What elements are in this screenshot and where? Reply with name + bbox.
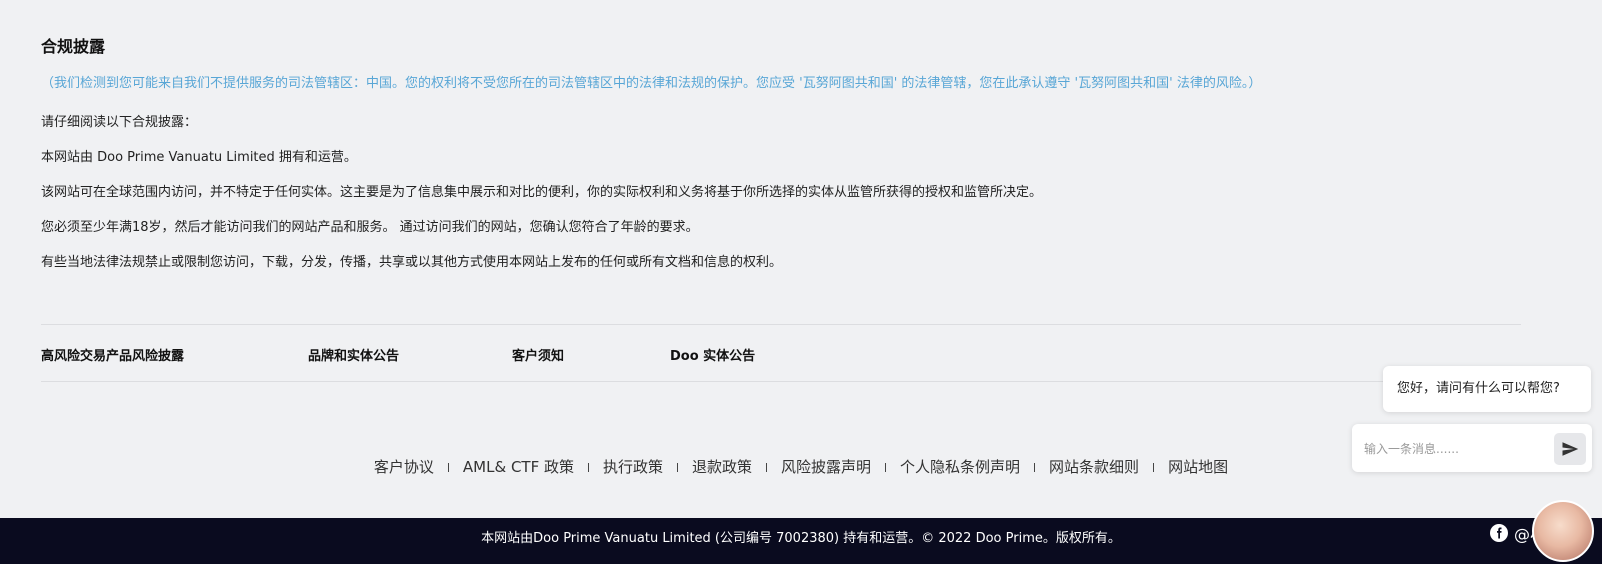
disclosure-paragraph: 该网站可在全球范围内访问，并不特定于任何实体。这主要是为了信息集中展示和对比的便…: [41, 185, 1043, 200]
footer-link-risk-disclosure[interactable]: 风险披露声明: [781, 458, 871, 476]
separator: [885, 463, 887, 472]
jurisdiction-notice: （我们检测到您可能来自我们不提供服务的司法管辖区：中国。您的权利将不受您所在的司…: [41, 76, 1262, 91]
chat-message-input[interactable]: [1362, 436, 1546, 462]
footer-link-privacy-policy[interactable]: 个人隐私条例声明: [900, 458, 1020, 476]
separator: [1034, 463, 1036, 472]
disclosure-paragraph: 您必须至少年满18岁，然后才能访问我们的网站产品和服务。 通过访问我们的网站，您…: [41, 220, 699, 235]
tab-brand-announcement[interactable]: 品牌和实体公告: [308, 345, 399, 364]
chat-input-box: [1352, 424, 1592, 472]
tab-doo-entity-announcement[interactable]: Doo 实体公告: [670, 345, 755, 364]
disclosure-paragraph: 本网站由 Doo Prime Vanuatu Limited 拥有和运营。: [41, 150, 357, 165]
footer-link-sitemap[interactable]: 网站地图: [1168, 458, 1228, 476]
send-button[interactable]: [1554, 433, 1586, 465]
tab-risk-disclosure[interactable]: 高风险交易产品风险披露: [41, 345, 184, 364]
facebook-icon[interactable]: [1490, 524, 1508, 542]
copyright-text: 本网站由Doo Prime Vanuatu Limited (公司编号 7002…: [481, 531, 1121, 546]
chat-avatar[interactable]: [1532, 500, 1594, 562]
separator: [587, 463, 589, 472]
facebook-glyph-icon: [1497, 527, 1502, 539]
divider: [41, 381, 1521, 382]
disclosure-paragraph: 请仔细阅读以下合规披露：: [41, 115, 198, 130]
footer-link-refund-policy[interactable]: 退款政策: [692, 458, 752, 476]
send-icon: [1562, 442, 1579, 456]
separator: [766, 463, 768, 472]
separator: [447, 463, 449, 472]
separator: [677, 463, 678, 472]
divider: [41, 324, 1521, 325]
footer-link-website-terms[interactable]: 网站条款细则: [1049, 458, 1139, 476]
chat-greeting-bubble: 您好，请问有什么可以帮您?: [1383, 366, 1591, 412]
separator: [1153, 463, 1155, 472]
footer-link-client-agreement[interactable]: 客户协议: [374, 458, 434, 476]
disclosure-title: 合规披露: [41, 37, 106, 56]
footer-link-aml-ctf-policy[interactable]: AML& CTF 政策: [463, 458, 574, 476]
tab-client-notice[interactable]: 客户须知: [512, 345, 564, 364]
disclosure-paragraph: 有些当地法律法规禁止或限制您访问，下载，分发，传播，共享或以其他方式使用本网站上…: [41, 255, 783, 270]
footer-link-execution-policy[interactable]: 执行政策: [603, 458, 663, 476]
